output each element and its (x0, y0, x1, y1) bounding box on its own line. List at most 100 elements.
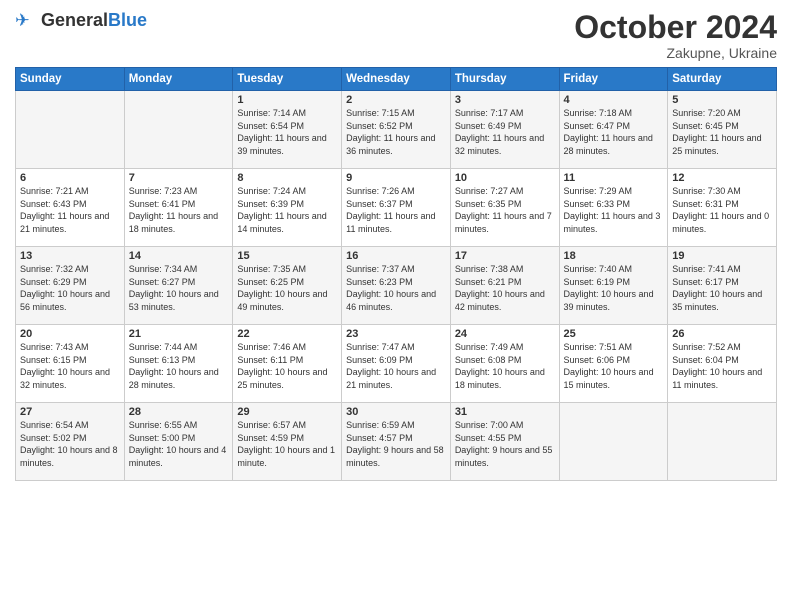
day-detail: Sunrise: 6:55 AM Sunset: 5:00 PM Dayligh… (129, 419, 229, 469)
day-number: 3 (455, 94, 555, 106)
table-row (16, 91, 125, 169)
day-detail: Sunrise: 7:26 AM Sunset: 6:37 PM Dayligh… (346, 185, 446, 235)
table-row (559, 403, 668, 481)
day-detail: Sunrise: 7:46 AM Sunset: 6:11 PM Dayligh… (237, 341, 337, 391)
day-detail: Sunrise: 7:27 AM Sunset: 6:35 PM Dayligh… (455, 185, 555, 235)
day-detail: Sunrise: 7:47 AM Sunset: 6:09 PM Dayligh… (346, 341, 446, 391)
table-row: 21Sunrise: 7:44 AM Sunset: 6:13 PM Dayli… (124, 325, 233, 403)
day-number: 17 (455, 250, 555, 262)
table-row: 20Sunrise: 7:43 AM Sunset: 6:15 PM Dayli… (16, 325, 125, 403)
day-detail: Sunrise: 7:49 AM Sunset: 6:08 PM Dayligh… (455, 341, 555, 391)
day-detail: Sunrise: 7:34 AM Sunset: 6:27 PM Dayligh… (129, 263, 229, 313)
table-row: 19Sunrise: 7:41 AM Sunset: 6:17 PM Dayli… (668, 247, 777, 325)
day-number: 20 (20, 328, 120, 340)
day-detail: Sunrise: 7:14 AM Sunset: 6:54 PM Dayligh… (237, 107, 337, 157)
day-detail: Sunrise: 7:44 AM Sunset: 6:13 PM Dayligh… (129, 341, 229, 391)
table-row: 7Sunrise: 7:23 AM Sunset: 6:41 PM Daylig… (124, 169, 233, 247)
col-saturday: Saturday (668, 68, 777, 91)
table-row: 31Sunrise: 7:00 AM Sunset: 4:55 PM Dayli… (450, 403, 559, 481)
table-row: 28Sunrise: 6:55 AM Sunset: 5:00 PM Dayli… (124, 403, 233, 481)
day-number: 15 (237, 250, 337, 262)
day-detail: Sunrise: 7:23 AM Sunset: 6:41 PM Dayligh… (129, 185, 229, 235)
logo-blue-text: Blue (108, 10, 147, 30)
table-row (668, 403, 777, 481)
calendar-week-row: 13Sunrise: 7:32 AM Sunset: 6:29 PM Dayli… (16, 247, 777, 325)
day-detail: Sunrise: 7:20 AM Sunset: 6:45 PM Dayligh… (672, 107, 772, 157)
day-detail: Sunrise: 7:37 AM Sunset: 6:23 PM Dayligh… (346, 263, 446, 313)
col-tuesday: Tuesday (233, 68, 342, 91)
table-row: 30Sunrise: 6:59 AM Sunset: 4:57 PM Dayli… (342, 403, 451, 481)
day-number: 11 (564, 172, 664, 184)
logo-icon: ✈ (15, 10, 37, 32)
day-number: 21 (129, 328, 229, 340)
title-block: October 2024 Zakupne, Ukraine (574, 10, 777, 61)
day-number: 18 (564, 250, 664, 262)
svg-text:✈: ✈ (15, 10, 30, 30)
table-row: 5Sunrise: 7:20 AM Sunset: 6:45 PM Daylig… (668, 91, 777, 169)
table-row: 26Sunrise: 7:52 AM Sunset: 6:04 PM Dayli… (668, 325, 777, 403)
table-row: 18Sunrise: 7:40 AM Sunset: 6:19 PM Dayli… (559, 247, 668, 325)
day-number: 9 (346, 172, 446, 184)
day-detail: Sunrise: 7:00 AM Sunset: 4:55 PM Dayligh… (455, 419, 555, 469)
table-row (124, 91, 233, 169)
day-detail: Sunrise: 7:24 AM Sunset: 6:39 PM Dayligh… (237, 185, 337, 235)
table-row: 15Sunrise: 7:35 AM Sunset: 6:25 PM Dayli… (233, 247, 342, 325)
col-thursday: Thursday (450, 68, 559, 91)
day-number: 5 (672, 94, 772, 106)
day-number: 14 (129, 250, 229, 262)
table-row: 4Sunrise: 7:18 AM Sunset: 6:47 PM Daylig… (559, 91, 668, 169)
day-number: 23 (346, 328, 446, 340)
day-detail: Sunrise: 7:38 AM Sunset: 6:21 PM Dayligh… (455, 263, 555, 313)
day-number: 10 (455, 172, 555, 184)
table-row: 2Sunrise: 7:15 AM Sunset: 6:52 PM Daylig… (342, 91, 451, 169)
day-detail: Sunrise: 7:21 AM Sunset: 6:43 PM Dayligh… (20, 185, 120, 235)
calendar-week-row: 27Sunrise: 6:54 AM Sunset: 5:02 PM Dayli… (16, 403, 777, 481)
table-row: 29Sunrise: 6:57 AM Sunset: 4:59 PM Dayli… (233, 403, 342, 481)
calendar-week-row: 20Sunrise: 7:43 AM Sunset: 6:15 PM Dayli… (16, 325, 777, 403)
day-detail: Sunrise: 7:29 AM Sunset: 6:33 PM Dayligh… (564, 185, 664, 235)
day-number: 25 (564, 328, 664, 340)
table-row: 6Sunrise: 7:21 AM Sunset: 6:43 PM Daylig… (16, 169, 125, 247)
table-row: 10Sunrise: 7:27 AM Sunset: 6:35 PM Dayli… (450, 169, 559, 247)
day-number: 4 (564, 94, 664, 106)
month-title: October 2024 (574, 10, 777, 45)
col-wednesday: Wednesday (342, 68, 451, 91)
day-detail: Sunrise: 7:35 AM Sunset: 6:25 PM Dayligh… (237, 263, 337, 313)
day-detail: Sunrise: 7:51 AM Sunset: 6:06 PM Dayligh… (564, 341, 664, 391)
day-detail: Sunrise: 7:43 AM Sunset: 6:15 PM Dayligh… (20, 341, 120, 391)
calendar-week-row: 1Sunrise: 7:14 AM Sunset: 6:54 PM Daylig… (16, 91, 777, 169)
table-row: 9Sunrise: 7:26 AM Sunset: 6:37 PM Daylig… (342, 169, 451, 247)
day-number: 12 (672, 172, 772, 184)
table-row: 25Sunrise: 7:51 AM Sunset: 6:06 PM Dayli… (559, 325, 668, 403)
table-row: 22Sunrise: 7:46 AM Sunset: 6:11 PM Dayli… (233, 325, 342, 403)
table-row: 16Sunrise: 7:37 AM Sunset: 6:23 PM Dayli… (342, 247, 451, 325)
day-number: 27 (20, 406, 120, 418)
table-row: 1Sunrise: 7:14 AM Sunset: 6:54 PM Daylig… (233, 91, 342, 169)
col-monday: Monday (124, 68, 233, 91)
day-detail: Sunrise: 7:41 AM Sunset: 6:17 PM Dayligh… (672, 263, 772, 313)
table-row: 23Sunrise: 7:47 AM Sunset: 6:09 PM Dayli… (342, 325, 451, 403)
day-number: 22 (237, 328, 337, 340)
day-number: 2 (346, 94, 446, 106)
day-number: 13 (20, 250, 120, 262)
table-row: 27Sunrise: 6:54 AM Sunset: 5:02 PM Dayli… (16, 403, 125, 481)
table-row: 11Sunrise: 7:29 AM Sunset: 6:33 PM Dayli… (559, 169, 668, 247)
day-number: 7 (129, 172, 229, 184)
col-friday: Friday (559, 68, 668, 91)
day-detail: Sunrise: 6:57 AM Sunset: 4:59 PM Dayligh… (237, 419, 337, 469)
table-row: 17Sunrise: 7:38 AM Sunset: 6:21 PM Dayli… (450, 247, 559, 325)
day-detail: Sunrise: 7:17 AM Sunset: 6:49 PM Dayligh… (455, 107, 555, 157)
day-number: 8 (237, 172, 337, 184)
day-number: 16 (346, 250, 446, 262)
day-detail: Sunrise: 6:54 AM Sunset: 5:02 PM Dayligh… (20, 419, 120, 469)
day-detail: Sunrise: 7:18 AM Sunset: 6:47 PM Dayligh… (564, 107, 664, 157)
day-detail: Sunrise: 7:30 AM Sunset: 6:31 PM Dayligh… (672, 185, 772, 235)
day-detail: Sunrise: 7:15 AM Sunset: 6:52 PM Dayligh… (346, 107, 446, 157)
table-row: 3Sunrise: 7:17 AM Sunset: 6:49 PM Daylig… (450, 91, 559, 169)
table-row: 12Sunrise: 7:30 AM Sunset: 6:31 PM Dayli… (668, 169, 777, 247)
table-row: 14Sunrise: 7:34 AM Sunset: 6:27 PM Dayli… (124, 247, 233, 325)
col-sunday: Sunday (16, 68, 125, 91)
day-number: 19 (672, 250, 772, 262)
day-number: 30 (346, 406, 446, 418)
day-detail: Sunrise: 7:40 AM Sunset: 6:19 PM Dayligh… (564, 263, 664, 313)
